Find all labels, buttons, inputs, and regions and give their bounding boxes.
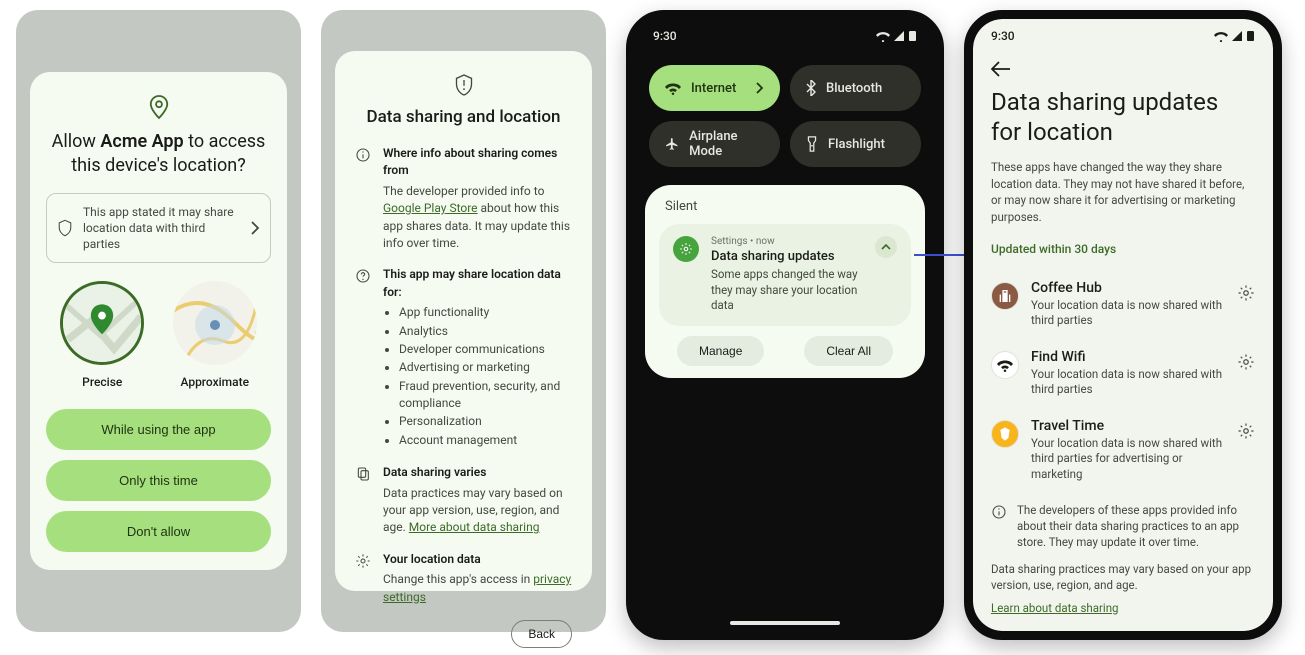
phone-quicksettings: 9:30 Internet Bluetooth Airplane Mode (626, 10, 944, 640)
app-row[interactable]: Find Wifi Your location data is now share… (991, 339, 1255, 408)
tile-internet[interactable]: Internet (649, 65, 780, 111)
approximate-label: Approximate (180, 375, 249, 389)
info-icon (355, 145, 373, 252)
clock: 9:30 (991, 29, 1015, 43)
app-name: Travel Time (1031, 418, 1225, 434)
approximate-map-icon (173, 281, 257, 365)
notification-title: Data sharing updates (711, 249, 863, 264)
sharing-info-row[interactable]: This app stated it may share location da… (46, 193, 271, 264)
section-purposes: This app may share location data for: Ap… (355, 266, 572, 450)
app-row[interactable]: Travel Time Your location data is now sha… (991, 408, 1255, 493)
purpose-item: Developer communications (399, 341, 572, 358)
info-icon (991, 504, 1007, 520)
settings-app-icon (673, 236, 699, 262)
phone-details: 9:30 Data sharing updatesfor location Th… (964, 10, 1282, 640)
precise-map-icon (60, 281, 144, 365)
back-arrow[interactable] (991, 53, 1255, 87)
page-title: Data sharing updatesfor location (991, 87, 1255, 147)
status-bar: 9:30 (973, 19, 1273, 53)
chevron-right-icon (756, 82, 764, 94)
dialog-title: Data sharing and location (355, 107, 572, 127)
app-icon (991, 351, 1019, 379)
silent-header: Silent (659, 199, 911, 214)
learn-link[interactable]: Learn about data sharing (991, 601, 1255, 615)
purpose-item: Analytics (399, 323, 572, 340)
approximate-option[interactable]: Approximate (173, 281, 257, 389)
bluetooth-icon (806, 80, 816, 96)
purpose-item: Account management (399, 432, 572, 449)
purpose-list: App functionality AnalyticsDeveloper comm… (383, 304, 572, 449)
play-store-link[interactable]: Google Play Store (383, 201, 478, 215)
purpose-item: Advertising or marketing (399, 359, 572, 376)
gear-icon[interactable] (1237, 418, 1255, 440)
notification-shade: Silent Settings • now Data sharing updat… (645, 185, 925, 378)
section-purposes-head: This app may share location data for: (383, 266, 572, 301)
app-name: Find Wifi (1031, 349, 1225, 365)
shield-alert-icon (355, 73, 572, 97)
section-your-data-head: Your location data (383, 551, 572, 568)
precise-label: Precise (82, 375, 122, 389)
copy-icon (355, 464, 373, 537)
notification-subtitle: Some apps changed the way they may share… (711, 267, 863, 314)
location-pin-icon (46, 94, 271, 120)
footer-info-2: Data sharing practices may vary based on… (991, 561, 1255, 593)
status-icons (876, 30, 917, 42)
tile-airplane[interactable]: Airplane Mode (649, 121, 780, 167)
airplane-icon (665, 136, 679, 152)
data-sharing-dialog: Data sharing and location Where info abo… (335, 51, 592, 591)
permission-dialog-panel: Allow Acme App to access this device's l… (16, 10, 301, 632)
app-name: Coffee Hub (1031, 280, 1225, 296)
shield-icon (57, 219, 73, 237)
dont-allow-button[interactable]: Don't allow (46, 511, 271, 552)
data-sharing-info-panel: Data sharing and location Where info abo… (321, 10, 606, 632)
app-icon (991, 282, 1019, 310)
app-list: Coffee Hub Your location data is now shar… (991, 270, 1255, 493)
notification-card[interactable]: Settings • now Data sharing updates Some… (659, 224, 911, 326)
status-bar: 9:30 (635, 19, 935, 53)
more-sharing-link[interactable]: More about data sharing (409, 520, 540, 534)
phones-area: 9:30 Internet Bluetooth Airplane Mode (626, 10, 1289, 645)
app-subtitle: Your location data is now shared with th… (1031, 367, 1225, 398)
section-your-data: Your location data Change this app's acc… (355, 551, 572, 606)
wifi-icon (665, 81, 681, 95)
footer-info: The developers of these apps provided in… (991, 502, 1255, 550)
permission-dialog: Allow Acme App to access this device's l… (30, 72, 287, 570)
gear-icon[interactable] (1237, 280, 1255, 302)
notification-meta: Settings • now (711, 236, 863, 247)
purpose-item: Fraud prevention, security, and complian… (399, 378, 572, 413)
section-varies-head: Data sharing varies (383, 464, 572, 481)
sharing-info-text: This app stated it may share location da… (83, 204, 240, 253)
chevron-right-icon (250, 221, 260, 235)
while-using-button[interactable]: While using the app (46, 409, 271, 450)
accuracy-options: Precise Approximate (46, 281, 271, 389)
app-subtitle: Your location data is now shared with th… (1031, 298, 1225, 329)
only-this-time-button[interactable]: Only this time (46, 460, 271, 501)
help-icon (355, 266, 373, 450)
section-varies: Data sharing varies Data practices may v… (355, 464, 572, 537)
back-button[interactable]: Back (511, 620, 572, 648)
app-icon (991, 420, 1019, 448)
permission-title: Allow Acme App to access this device's l… (46, 130, 271, 179)
tile-bluetooth[interactable]: Bluetooth (790, 65, 921, 111)
collapse-icon[interactable] (875, 236, 897, 258)
clock: 9:30 (653, 29, 677, 43)
app-row[interactable]: Coffee Hub Your location data is now shar… (991, 270, 1255, 339)
page-description: These apps have changed the way they sha… (991, 159, 1255, 226)
section-source-head: Where info about sharing comes from (383, 145, 572, 180)
quick-settings-tiles: Internet Bluetooth Airplane Mode Flashli… (635, 53, 935, 179)
nav-handle[interactable] (730, 621, 840, 625)
gear-icon (355, 551, 373, 606)
app-subtitle: Your location data is now shared with th… (1031, 436, 1225, 483)
purpose-item: App functionality (399, 304, 572, 321)
manage-button[interactable]: Manage (677, 336, 764, 366)
precise-option[interactable]: Precise (60, 281, 144, 389)
section-source: Where info about sharing comes from The … (355, 145, 572, 252)
tile-flashlight[interactable]: Flashlight (790, 121, 921, 167)
purpose-item: Personalization (399, 413, 572, 430)
clear-all-button[interactable]: Clear All (804, 336, 893, 366)
gear-icon[interactable] (1237, 349, 1255, 371)
status-icons (1214, 30, 1255, 42)
updated-within: Updated within 30 days (991, 242, 1255, 256)
flashlight-icon (806, 136, 818, 152)
